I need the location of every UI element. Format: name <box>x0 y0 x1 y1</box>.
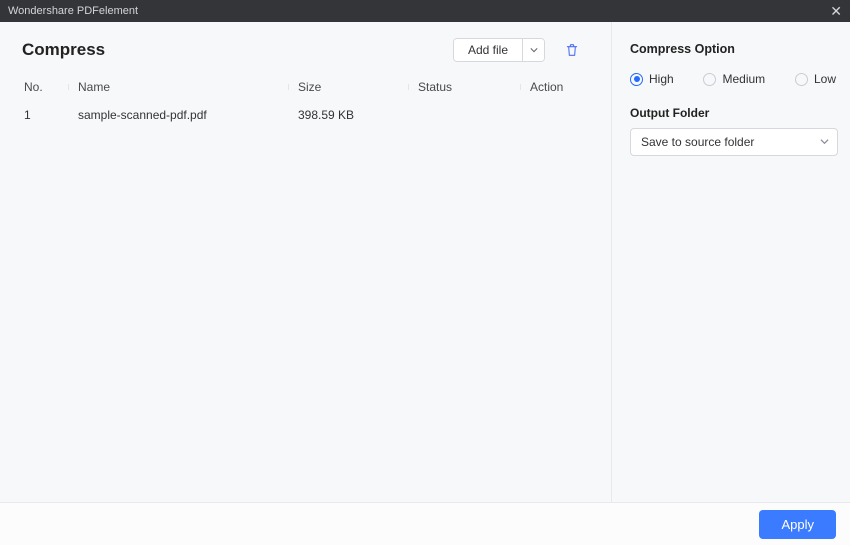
chevron-down-icon <box>530 46 538 54</box>
radio-dot-icon <box>703 73 716 86</box>
delete-button[interactable] <box>563 41 581 59</box>
footer: Apply <box>0 502 850 545</box>
table-header: No. Name Size Status Action <box>22 74 599 100</box>
compress-level-radios: High Medium Low <box>630 72 838 86</box>
radio-low[interactable]: Low <box>795 72 836 86</box>
col-no: No. <box>22 80 68 94</box>
add-file-button[interactable]: Add file <box>454 39 522 61</box>
cell-size: 398.59 KB <box>288 108 408 122</box>
trash-icon <box>564 42 580 58</box>
output-folder-heading: Output Folder <box>630 106 838 120</box>
add-file-group: Add file <box>453 38 545 62</box>
output-folder-select[interactable]: Save to source folder <box>630 128 838 156</box>
radio-medium-label: Medium <box>722 72 765 86</box>
options-panel: Compress Option High Medium Low Output F… <box>612 22 850 502</box>
page-title: Compress <box>22 40 453 60</box>
chevron-down-icon <box>820 135 829 149</box>
col-status: Status <box>408 80 520 94</box>
output-folder-value: Save to source folder <box>641 135 754 149</box>
radio-low-label: Low <box>814 72 836 86</box>
close-icon[interactable]: ✕ <box>830 4 842 18</box>
radio-medium[interactable]: Medium <box>703 72 765 86</box>
cell-no: 1 <box>22 108 68 122</box>
radio-high[interactable]: High <box>630 72 674 86</box>
options-heading: Compress Option <box>630 42 838 56</box>
radio-dot-icon <box>630 73 643 86</box>
main-panel: Compress Add file No. Name Size Status A… <box>0 22 611 502</box>
titlebar: Wondershare PDFelement ✕ <box>0 0 850 22</box>
col-action: Action <box>520 80 588 94</box>
col-name: Name <box>68 80 288 94</box>
table-row[interactable]: 1 sample-scanned-pdf.pdf 398.59 KB <box>22 100 599 130</box>
cell-name: sample-scanned-pdf.pdf <box>68 108 288 122</box>
radio-dot-icon <box>795 73 808 86</box>
apply-button[interactable]: Apply <box>759 510 836 539</box>
col-size: Size <box>288 80 408 94</box>
app-title: Wondershare PDFelement <box>8 5 138 17</box>
add-file-dropdown[interactable] <box>522 39 544 61</box>
radio-high-label: High <box>649 72 674 86</box>
